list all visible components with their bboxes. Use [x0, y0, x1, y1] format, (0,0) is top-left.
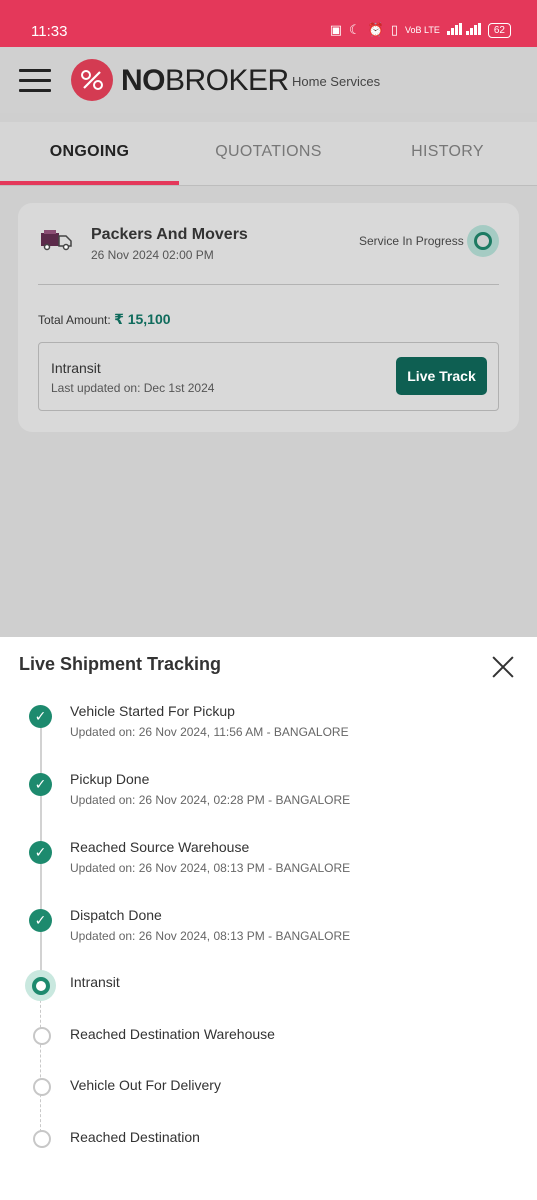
step-updated: Updated on: 26 Nov 2024, 08:13 PM - BANG…	[70, 861, 351, 875]
timeline-line-pending	[40, 985, 41, 1137]
step-updated: Updated on: 26 Nov 2024, 08:13 PM - BANG…	[70, 929, 351, 943]
check-icon: ✓	[29, 705, 52, 728]
step-updated: Updated on: 26 Nov 2024, 11:56 AM - BANG…	[70, 725, 349, 739]
tracking-status: Intransit	[51, 360, 101, 376]
step-label: Intransit	[70, 974, 120, 990]
service-title: Packers And Movers	[91, 226, 248, 243]
pending-step-icon	[33, 1130, 51, 1148]
header-subtitle: Home Services	[292, 74, 381, 89]
current-step-icon	[25, 970, 56, 1001]
step-label: Vehicle Started For Pickup	[70, 703, 235, 719]
truck-icon	[40, 228, 74, 257]
alarm-icon: ⏰	[367, 22, 384, 37]
step-label: Reached Destination	[70, 1129, 200, 1145]
total-amount: Total Amount: ₹ 15,100	[38, 311, 171, 328]
step-label: Pickup Done	[70, 771, 150, 787]
service-status: Service In Progress	[359, 234, 464, 248]
tab-ongoing[interactable]: ONGOING	[0, 122, 179, 182]
status-indicator-icon	[467, 225, 499, 257]
logo-wordmark: NOBROKER	[121, 64, 289, 97]
active-tab-indicator	[0, 181, 179, 185]
step-label: Vehicle Out For Delivery	[70, 1077, 221, 1093]
service-date: 26 Nov 2024 02:00 PM	[91, 248, 214, 262]
total-label: Total Amount:	[38, 313, 111, 327]
last-updated: Last updated on: Dec 1st 2024	[51, 381, 215, 395]
clock: 11:33	[31, 23, 68, 40]
check-icon: ✓	[29, 773, 52, 796]
step-label: Reached Source Warehouse	[70, 839, 250, 855]
divider	[38, 284, 499, 285]
pending-step-icon	[33, 1027, 51, 1045]
live-track-button[interactable]: Live Track	[396, 357, 487, 395]
check-icon: ✓	[29, 909, 52, 932]
status-bar: 11:33 ▣ ☾ ⏰ ▯ VoB LTE 62	[0, 0, 537, 47]
menu-icon[interactable]	[19, 69, 51, 93]
tracking-summary: Intransit Last updated on: Dec 1st 2024 …	[38, 342, 499, 411]
tab-bar: ONGOING QUOTATIONS HISTORY	[0, 122, 537, 186]
tab-quotations[interactable]: QUOTATIONS	[179, 122, 358, 182]
network-type: VoB LTE	[405, 24, 440, 35]
close-icon[interactable]	[491, 655, 515, 679]
app-header: NOBROKER Home Services	[0, 47, 537, 113]
step-label: Reached Destination Warehouse	[70, 1026, 275, 1042]
nfc-icon: ▣	[329, 22, 343, 37]
booking-card[interactable]: Packers And Movers 26 Nov 2024 02:00 PM …	[18, 203, 519, 432]
step-updated: Updated on: 26 Nov 2024, 02:28 PM - BANG…	[70, 793, 351, 807]
moon-icon: ☾	[349, 22, 361, 37]
live-tracking-sheet: Live Shipment Tracking ✓ Vehicle Started…	[0, 637, 537, 1200]
step-label: Dispatch Done	[70, 907, 162, 923]
vibrate-icon: ▯	[390, 22, 399, 37]
battery-icon: 62	[487, 22, 511, 38]
nobroker-logo-icon	[71, 59, 113, 101]
status-icons: ▣ ☾ ⏰ ▯ VoB LTE 62	[330, 22, 511, 38]
signal-icon	[446, 22, 481, 38]
sheet-title: Live Shipment Tracking	[19, 654, 222, 674]
check-icon: ✓	[29, 841, 52, 864]
tab-history[interactable]: HISTORY	[358, 122, 537, 182]
pending-step-icon	[33, 1078, 51, 1096]
total-value: ₹ 15,100	[114, 311, 171, 327]
